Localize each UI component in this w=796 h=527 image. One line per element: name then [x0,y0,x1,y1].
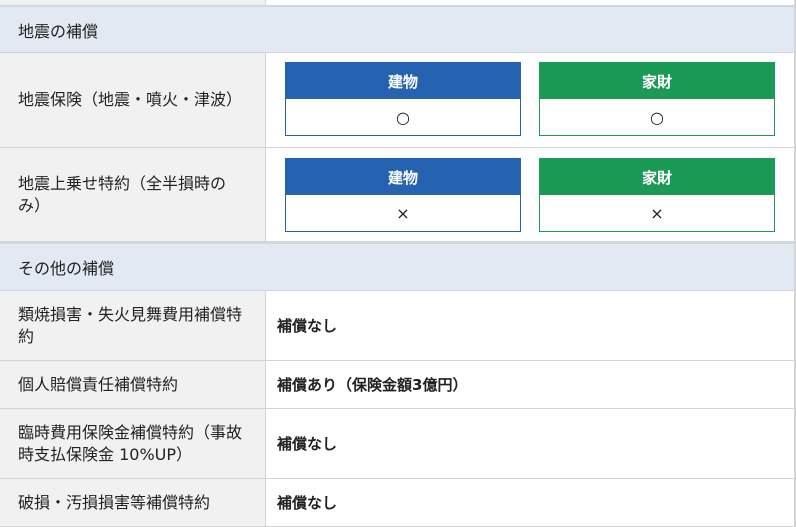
row-value: 補償あり（保険金額3億円） [277,376,468,394]
table-row: 個人賠償責任補償特約 補償あり（保険金額3億円） [0,361,796,409]
table-row: 臨時費用保険金補償特約（事故時支払保険金 10%UP） 補償なし [0,409,796,479]
row-label: 破損・汚損損害等補償特約 [0,479,266,526]
table-row: 類焼損害・失火見舞費用補償特約 補償なし [0,291,796,361]
section-header-other: その他の補償 [0,242,796,291]
row-value: 補償なし [277,435,338,453]
contents-header: 家財 [540,159,774,195]
row-label: 個人賠償責任補償特約 [0,361,266,408]
table-row: 地震上乗せ特約（全半損時のみ） 建物 × 家財 × [0,148,796,242]
building-value: ○ [396,107,410,127]
row-label: 地震保険（地震・噴火・津波） [0,53,266,147]
section-header-earthquake: 地震の補償 [0,5,796,53]
building-value: × [396,203,410,223]
contents-card: 家財 × [539,158,775,232]
table-row: 地震保険（地震・噴火・津波） 建物 ○ 家財 ○ [0,53,796,148]
contents-header: 家財 [540,63,774,99]
row-label: 類焼損害・失火見舞費用補償特約 [0,291,266,360]
building-card: 建物 ○ [285,62,521,136]
building-header: 建物 [286,159,520,195]
contents-value: × [650,203,664,223]
coverage-table: 地震の補償 地震保険（地震・噴火・津波） 建物 ○ 家財 ○ 地震上乗せ特約（全… [0,0,796,527]
table-row: 破損・汚損損害等補償特約 補償なし [0,479,796,527]
section-title: その他の補償 [18,259,115,278]
row-label: 地震上乗せ特約（全半損時のみ） [0,148,266,241]
row-value: 補償なし [277,494,338,512]
building-header: 建物 [286,63,520,99]
contents-value: ○ [650,107,664,127]
row-label: 臨時費用保険金補償特約（事故時支払保険金 10%UP） [0,409,266,478]
section-title: 地震の補償 [18,21,99,41]
contents-card: 家財 ○ [539,62,775,136]
building-card: 建物 × [285,158,521,232]
row-value: 補償なし [277,317,338,335]
